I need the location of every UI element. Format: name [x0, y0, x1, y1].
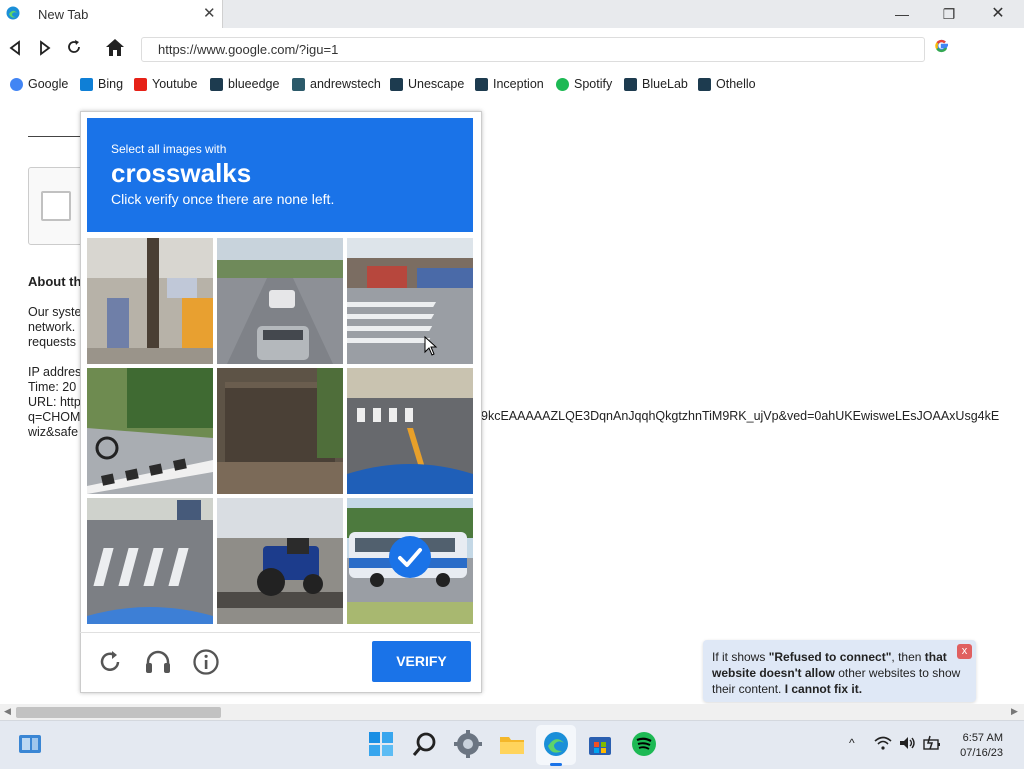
minimize-button[interactable]: — [879, 3, 925, 25]
captcha-tile[interactable] [87, 498, 213, 624]
address-text: https://www.google.com/?igu=1 [158, 42, 339, 57]
spotify-icon[interactable] [630, 730, 658, 758]
start-icon[interactable] [367, 730, 395, 758]
bookmark-label: BlueLab [642, 77, 688, 91]
widgets-icon[interactable] [16, 730, 44, 758]
bookmark-unescape[interactable]: Unescape [390, 77, 464, 91]
bookmark-label: Google [28, 77, 69, 91]
bookmark-bing[interactable]: Bing [80, 77, 123, 91]
bookmark-bluelab[interactable]: BlueLab [624, 77, 688, 91]
info-icon[interactable] [192, 648, 220, 676]
scroll-left-icon[interactable]: ◀ [4, 706, 11, 717]
volume-icon[interactable] [899, 736, 917, 750]
page-divider [28, 136, 80, 137]
store-icon[interactable] [586, 730, 614, 758]
restore-button[interactable]: ❐ [926, 3, 972, 25]
bookmark-youtube[interactable]: Youtube [134, 77, 197, 91]
bookmark-label: andrewstech [310, 77, 381, 91]
bookmark-label: Inception [493, 77, 544, 91]
url-query-text: wiz&safe [28, 425, 79, 439]
reload-icon[interactable] [66, 39, 83, 56]
clock-date: 07/16/23 [960, 747, 1003, 759]
file-explorer-icon[interactable] [498, 730, 526, 758]
captcha-tile[interactable] [87, 238, 213, 364]
page-text: requests [28, 335, 76, 349]
recaptcha-checkbox[interactable] [41, 191, 71, 221]
captcha-footer-divider [80, 632, 480, 633]
scroll-right-icon[interactable]: ▶ [1011, 706, 1018, 717]
battery-icon[interactable] [923, 735, 941, 751]
react-icon [624, 77, 637, 91]
search-icon[interactable] [411, 730, 439, 758]
window-close-button[interactable]: ✕ [975, 3, 1021, 25]
bookmark-spotify[interactable]: Spotify [556, 77, 612, 91]
url-query-text: q=CHOM [28, 410, 81, 424]
react-icon [390, 77, 403, 91]
show-hidden-icons-icon[interactable]: ^ [849, 736, 855, 750]
taskbar-clock[interactable]: 6:57 AM 07/16/23 [955, 731, 1003, 761]
google-icon [10, 77, 23, 91]
bookmark-label: blueedge [228, 77, 280, 91]
captcha-tile[interactable] [347, 368, 473, 494]
captcha-hint: Click verify once there are none left. [111, 191, 335, 207]
captcha-tile[interactable] [217, 368, 343, 494]
google-icon[interactable] [934, 38, 950, 59]
toast-message: If it shows "Refused to connect", then t… [712, 650, 961, 696]
scrollbar-thumb[interactable] [16, 707, 221, 718]
site-icon [292, 77, 305, 91]
captcha-tile[interactable] [217, 498, 343, 624]
address-bar[interactable]: https://www.google.com/?igu=1 [141, 37, 925, 62]
captcha-tile[interactable] [347, 238, 473, 364]
tab-title: New Tab [38, 7, 89, 22]
youtube-icon [134, 77, 147, 91]
wifi-icon[interactable] [874, 736, 892, 750]
captcha-tile[interactable] [87, 368, 213, 494]
captcha-target: crosswalks [111, 158, 252, 188]
edge-icon [6, 6, 20, 20]
bookmark-label: Bing [98, 77, 124, 91]
bookmark-othello[interactable]: Othello [698, 77, 756, 91]
url-text: URL: http [28, 395, 81, 409]
notification-toast: If it shows "Refused to connect", then t… [703, 640, 976, 702]
react-icon [210, 77, 223, 91]
url-tail-text: 9kcEAAAAAZLQE3DqnAnJqqhQkgtzhnTiM9RK_ujV… [481, 409, 1000, 423]
settings-icon[interactable] [454, 730, 482, 758]
react-icon [475, 77, 488, 91]
bookmark-label: Spotify [574, 77, 613, 91]
forward-icon[interactable] [38, 40, 52, 56]
mouse-cursor-icon [424, 336, 438, 356]
clock-time: 6:57 AM [962, 732, 1003, 744]
bookmark-label: Youtube [152, 77, 198, 91]
ip-address-text: IP addres [28, 365, 82, 379]
selected-check-icon [389, 536, 431, 578]
react-icon [698, 77, 711, 91]
time-text: Time: 20 [28, 380, 77, 394]
about-heading: About th [28, 274, 82, 289]
home-icon[interactable] [105, 38, 125, 57]
tab-close-icon[interactable]: ✕ [203, 4, 216, 22]
edge-icon[interactable] [542, 730, 570, 758]
back-icon[interactable] [8, 40, 22, 56]
active-indicator [550, 763, 562, 766]
bing-icon [80, 77, 93, 91]
browser-tab[interactable]: New Tab ✕ [0, 0, 223, 28]
bookmark-inception[interactable]: Inception [475, 77, 544, 91]
toast-close-button[interactable]: x [957, 644, 972, 659]
audio-challenge-icon[interactable] [144, 648, 172, 676]
bookmark-andrewstech[interactable]: andrewstech [292, 77, 381, 91]
verify-button[interactable]: VERIFY [372, 641, 471, 682]
captcha-header: Select all images with crosswalks Click … [87, 118, 473, 232]
bookmark-blueedge[interactable]: blueedge [210, 77, 279, 91]
captcha-instruction: Select all images with [111, 142, 227, 156]
reload-challenge-icon[interactable] [96, 648, 124, 676]
bookmark-google[interactable]: Google [10, 77, 68, 91]
captcha-tile[interactable] [217, 238, 343, 364]
bookmark-label: Othello [716, 77, 756, 91]
page-text: network. [28, 320, 76, 334]
captcha-tile[interactable] [347, 498, 473, 624]
bookmark-label: Unescape [408, 77, 465, 91]
spotify-icon [556, 77, 569, 91]
page-text: Our syste [28, 305, 82, 319]
